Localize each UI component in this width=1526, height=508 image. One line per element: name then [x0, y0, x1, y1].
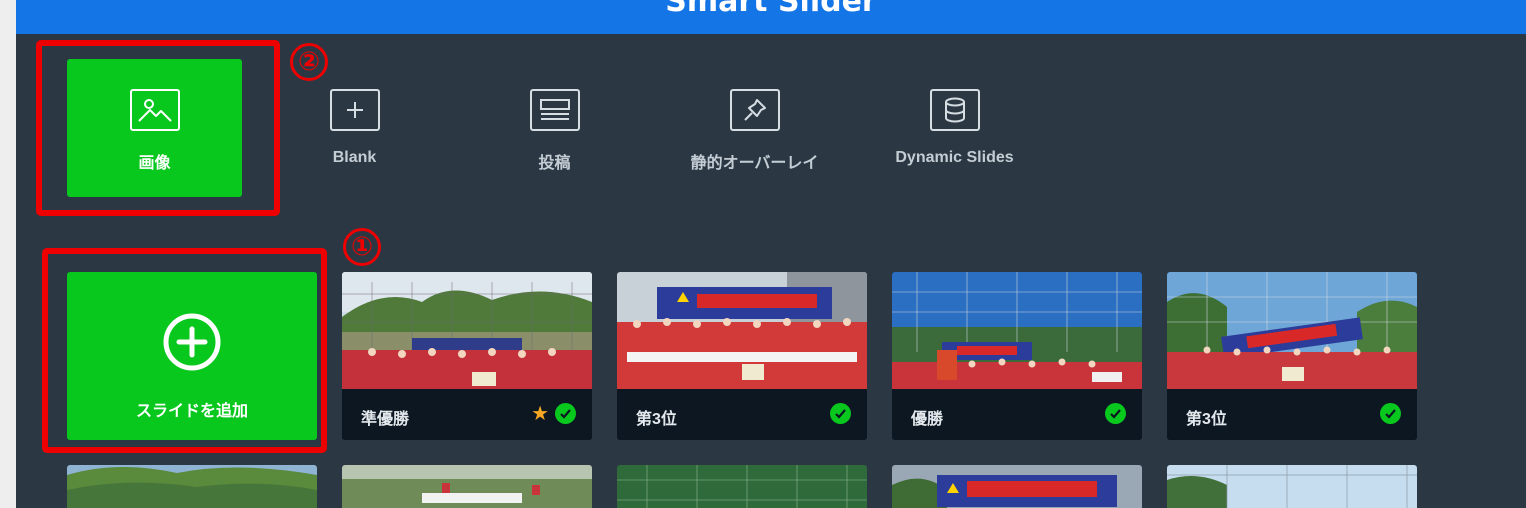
slide-thumbnail	[617, 272, 867, 389]
slide-type-blank-label: Blank	[332, 149, 377, 166]
slide-card[interactable]: 優勝	[892, 272, 1142, 440]
slide-info-bar: 第3位	[1167, 389, 1417, 440]
slide-type-image-button[interactable]: 画像	[67, 59, 242, 197]
slide-card[interactable]	[67, 465, 317, 508]
slide-type-post-label: 投稿	[538, 155, 571, 172]
slide-type-dynamic-label: Dynamic Slides	[895, 149, 1014, 166]
check-icon[interactable]	[1380, 403, 1401, 424]
slide-type-dynamic-button[interactable]: Dynamic Slides	[867, 59, 1042, 197]
slide-info-bar: 準優勝 ★	[342, 389, 592, 440]
slide-card[interactable]	[892, 465, 1142, 508]
annotation-number-2: ②	[290, 43, 328, 81]
slide-card[interactable]	[1167, 465, 1417, 508]
slide-thumbnail	[892, 465, 1142, 508]
slide-type-post-button[interactable]: 投稿	[467, 59, 642, 197]
check-icon[interactable]	[830, 403, 851, 424]
check-icon[interactable]	[555, 403, 576, 424]
slide-thumbnail	[892, 272, 1142, 389]
star-icon[interactable]: ★	[531, 404, 549, 424]
slide-thumbnail	[617, 465, 867, 508]
slide-thumbnail	[342, 465, 592, 508]
slide-title: 準優勝	[361, 411, 410, 428]
slide-thumbnail	[67, 465, 317, 508]
slide-info-bar: 優勝	[892, 389, 1142, 440]
plus-icon	[329, 89, 380, 131]
slide-title: 第3位	[636, 411, 677, 428]
image-icon	[129, 89, 180, 131]
slide-thumbnail	[342, 272, 592, 389]
post-icon	[529, 89, 580, 131]
app-header: Smart Slider	[16, 0, 1526, 34]
slide-thumbnail	[1167, 272, 1417, 389]
slide-thumbnail	[1167, 465, 1417, 508]
slide-card[interactable]: 準優勝 ★	[342, 272, 592, 440]
slide-info-bar: 第3位	[617, 389, 867, 440]
database-icon	[929, 89, 980, 131]
slide-title: 優勝	[911, 411, 944, 428]
add-slide-button[interactable]: スライドを追加	[67, 272, 317, 440]
slide-card[interactable]: 第3位	[617, 272, 867, 440]
slide-card[interactable]	[342, 465, 592, 508]
slide-card[interactable]	[617, 465, 867, 508]
slide-type-image-label: 画像	[138, 155, 171, 172]
pin-icon	[729, 89, 780, 131]
plus-circle-icon	[162, 312, 222, 377]
add-slide-label: スライドを追加	[135, 403, 248, 420]
check-icon[interactable]	[1105, 403, 1126, 424]
slide-type-blank-button[interactable]: Blank	[267, 59, 442, 197]
slide-title: 第3位	[1186, 411, 1227, 428]
annotation-number-1: ①	[343, 228, 381, 266]
app-title: Smart Slider	[665, 0, 877, 19]
slide-type-static-overlay-label: 静的オーバーレイ	[690, 155, 819, 172]
slides-panel: 画像 Blank 投稿 静的オーバーレイ Dynamic Slides スライド…	[16, 34, 1526, 508]
slide-card[interactable]: 第3位	[1167, 272, 1417, 440]
slide-type-static-overlay-button[interactable]: 静的オーバーレイ	[667, 59, 842, 197]
